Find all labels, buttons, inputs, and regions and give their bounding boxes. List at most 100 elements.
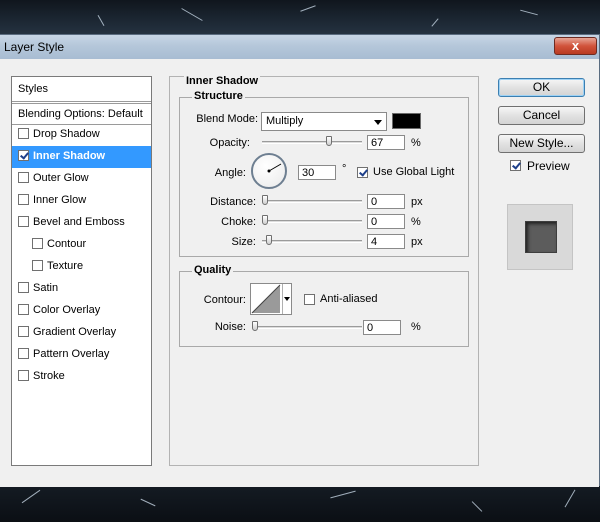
angle-input[interactable]: 30 xyxy=(298,165,336,180)
structure-title: Structure xyxy=(192,90,245,102)
style-item-checkbox[interactable] xyxy=(18,172,29,183)
style-item-checkbox[interactable] xyxy=(18,370,29,381)
angle-label: Angle: xyxy=(214,167,246,179)
preview-thumbnail xyxy=(507,204,573,270)
contour-dropdown[interactable] xyxy=(282,284,291,314)
style-item-label: Color Overlay xyxy=(33,304,101,316)
choke-label: Choke: xyxy=(221,216,256,228)
style-item-checkbox[interactable] xyxy=(18,282,29,293)
quality-title: Quality xyxy=(192,264,234,276)
choke-slider-track[interactable] xyxy=(262,220,362,223)
style-item-contour[interactable]: Contour xyxy=(12,234,151,256)
style-item-label: Outer Glow xyxy=(33,172,89,184)
chevron-down-icon xyxy=(284,297,290,301)
shadow-color-swatch[interactable] xyxy=(392,113,421,129)
opacity-label: Opacity: xyxy=(209,137,250,149)
opacity-slider-track[interactable] xyxy=(262,141,362,144)
style-item-checkbox[interactable] xyxy=(18,326,29,337)
blend-mode-value: Multiply xyxy=(266,115,304,127)
angle-dial[interactable] xyxy=(251,153,287,189)
ok-button[interactable]: OK xyxy=(498,78,585,97)
noise-label: Noise: xyxy=(214,321,246,333)
cancel-button[interactable]: Cancel xyxy=(498,106,585,125)
structure-group: Structure Blend Mode: Multiply Opacity: … xyxy=(179,90,469,257)
contour-label: Contour: xyxy=(203,294,246,306)
dialog-title: Layer Style xyxy=(4,40,65,54)
style-item-label: Inner Shadow xyxy=(33,150,106,162)
style-item-outer-glow[interactable]: Outer Glow xyxy=(12,168,151,190)
style-item-inner-glow[interactable]: Inner Glow xyxy=(12,190,151,212)
preview-swatch xyxy=(525,221,557,253)
style-item-label: Pattern Overlay xyxy=(33,348,110,360)
close-icon: x xyxy=(571,38,580,53)
distance-slider-thumb[interactable] xyxy=(262,195,268,205)
style-item-label: Stroke xyxy=(33,370,65,382)
style-item-bevel-and-emboss[interactable]: Bevel and Emboss xyxy=(12,212,151,234)
style-item-color-overlay[interactable]: Color Overlay xyxy=(12,300,151,322)
style-item-texture[interactable]: Texture xyxy=(12,256,151,278)
opacity-input[interactable]: 67 xyxy=(367,135,405,150)
dialog-client-area: Styles Blending Options: Default Drop Sh… xyxy=(0,59,599,487)
blending-options-item[interactable]: Blending Options: Default xyxy=(12,103,151,125)
size-input[interactable]: 4 xyxy=(367,234,405,249)
layer-style-dialog: Layer Style x Styles Blending Options: D… xyxy=(0,34,600,487)
style-item-label: Bevel and Emboss xyxy=(33,216,125,228)
new-style-button[interactable]: New Style... xyxy=(498,134,585,153)
use-global-light-checkbox[interactable] xyxy=(357,167,368,178)
blend-mode-label: Blend Mode: xyxy=(196,113,258,125)
inner-shadow-title: Inner Shadow xyxy=(184,75,261,87)
desktop-background-top xyxy=(0,0,600,34)
style-item-checkbox[interactable] xyxy=(18,128,29,139)
linear-contour-icon xyxy=(251,284,281,314)
style-item-checkbox[interactable] xyxy=(18,304,29,315)
style-item-checkbox[interactable] xyxy=(18,348,29,359)
distance-unit: px xyxy=(411,196,423,208)
style-item-label: Texture xyxy=(47,260,84,272)
preview-label: Preview xyxy=(527,159,570,173)
angle-unit: ° xyxy=(342,163,347,175)
angle-needle-icon xyxy=(267,163,282,173)
style-item-drop-shadow[interactable]: Drop Shadow xyxy=(12,124,151,146)
style-item-satin[interactable]: Satin xyxy=(12,278,151,300)
dialog-titlebar[interactable]: Layer Style x xyxy=(0,35,599,59)
blend-mode-select[interactable]: Multiply xyxy=(261,112,387,131)
contour-picker[interactable] xyxy=(250,283,292,315)
anti-aliased-checkbox[interactable] xyxy=(304,294,315,305)
style-item-checkbox[interactable] xyxy=(18,194,29,205)
size-unit: px xyxy=(411,236,423,248)
style-item-stroke[interactable]: Stroke xyxy=(12,366,151,388)
style-item-label: Drop Shadow xyxy=(33,128,100,140)
noise-slider-thumb[interactable] xyxy=(252,321,258,331)
styles-header[interactable]: Styles xyxy=(12,77,151,102)
noise-input[interactable]: 0 xyxy=(363,320,401,335)
choke-input[interactable]: 0 xyxy=(367,214,405,229)
style-item-checkbox[interactable] xyxy=(32,260,43,271)
desktop-background-bottom xyxy=(0,486,600,522)
opacity-slider-thumb[interactable] xyxy=(326,136,332,146)
style-item-label: Satin xyxy=(33,282,59,294)
quality-group: Quality Contour: Anti-aliased Noise: 0 % xyxy=(179,264,469,347)
distance-slider-track[interactable] xyxy=(262,200,362,203)
style-item-label: Inner Glow xyxy=(33,194,87,206)
style-item-inner-shadow[interactable]: Inner Shadow xyxy=(12,146,151,168)
use-global-light-label: Use Global Light xyxy=(373,166,455,178)
distance-label: Distance: xyxy=(210,196,256,208)
choke-unit: % xyxy=(411,216,421,228)
close-button[interactable]: x xyxy=(554,37,597,55)
choke-slider-thumb[interactable] xyxy=(262,215,268,225)
style-item-label: Gradient Overlay xyxy=(33,326,117,338)
style-item-checkbox[interactable] xyxy=(18,216,29,227)
noise-slider-track[interactable] xyxy=(252,326,362,329)
style-item-checkbox[interactable] xyxy=(32,238,43,249)
preview-checkbox[interactable] xyxy=(510,160,521,171)
style-item-checkbox[interactable] xyxy=(18,150,29,161)
styles-list: Styles Blending Options: Default Drop Sh… xyxy=(11,76,152,466)
size-slider-thumb[interactable] xyxy=(266,235,272,245)
distance-input[interactable]: 0 xyxy=(367,194,405,209)
style-item-pattern-overlay[interactable]: Pattern Overlay xyxy=(12,344,151,366)
opacity-unit: % xyxy=(411,137,421,149)
style-item-label: Contour xyxy=(47,238,87,250)
size-slider-track[interactable] xyxy=(262,240,362,243)
style-item-gradient-overlay[interactable]: Gradient Overlay xyxy=(12,322,151,344)
chevron-down-icon xyxy=(374,120,382,125)
